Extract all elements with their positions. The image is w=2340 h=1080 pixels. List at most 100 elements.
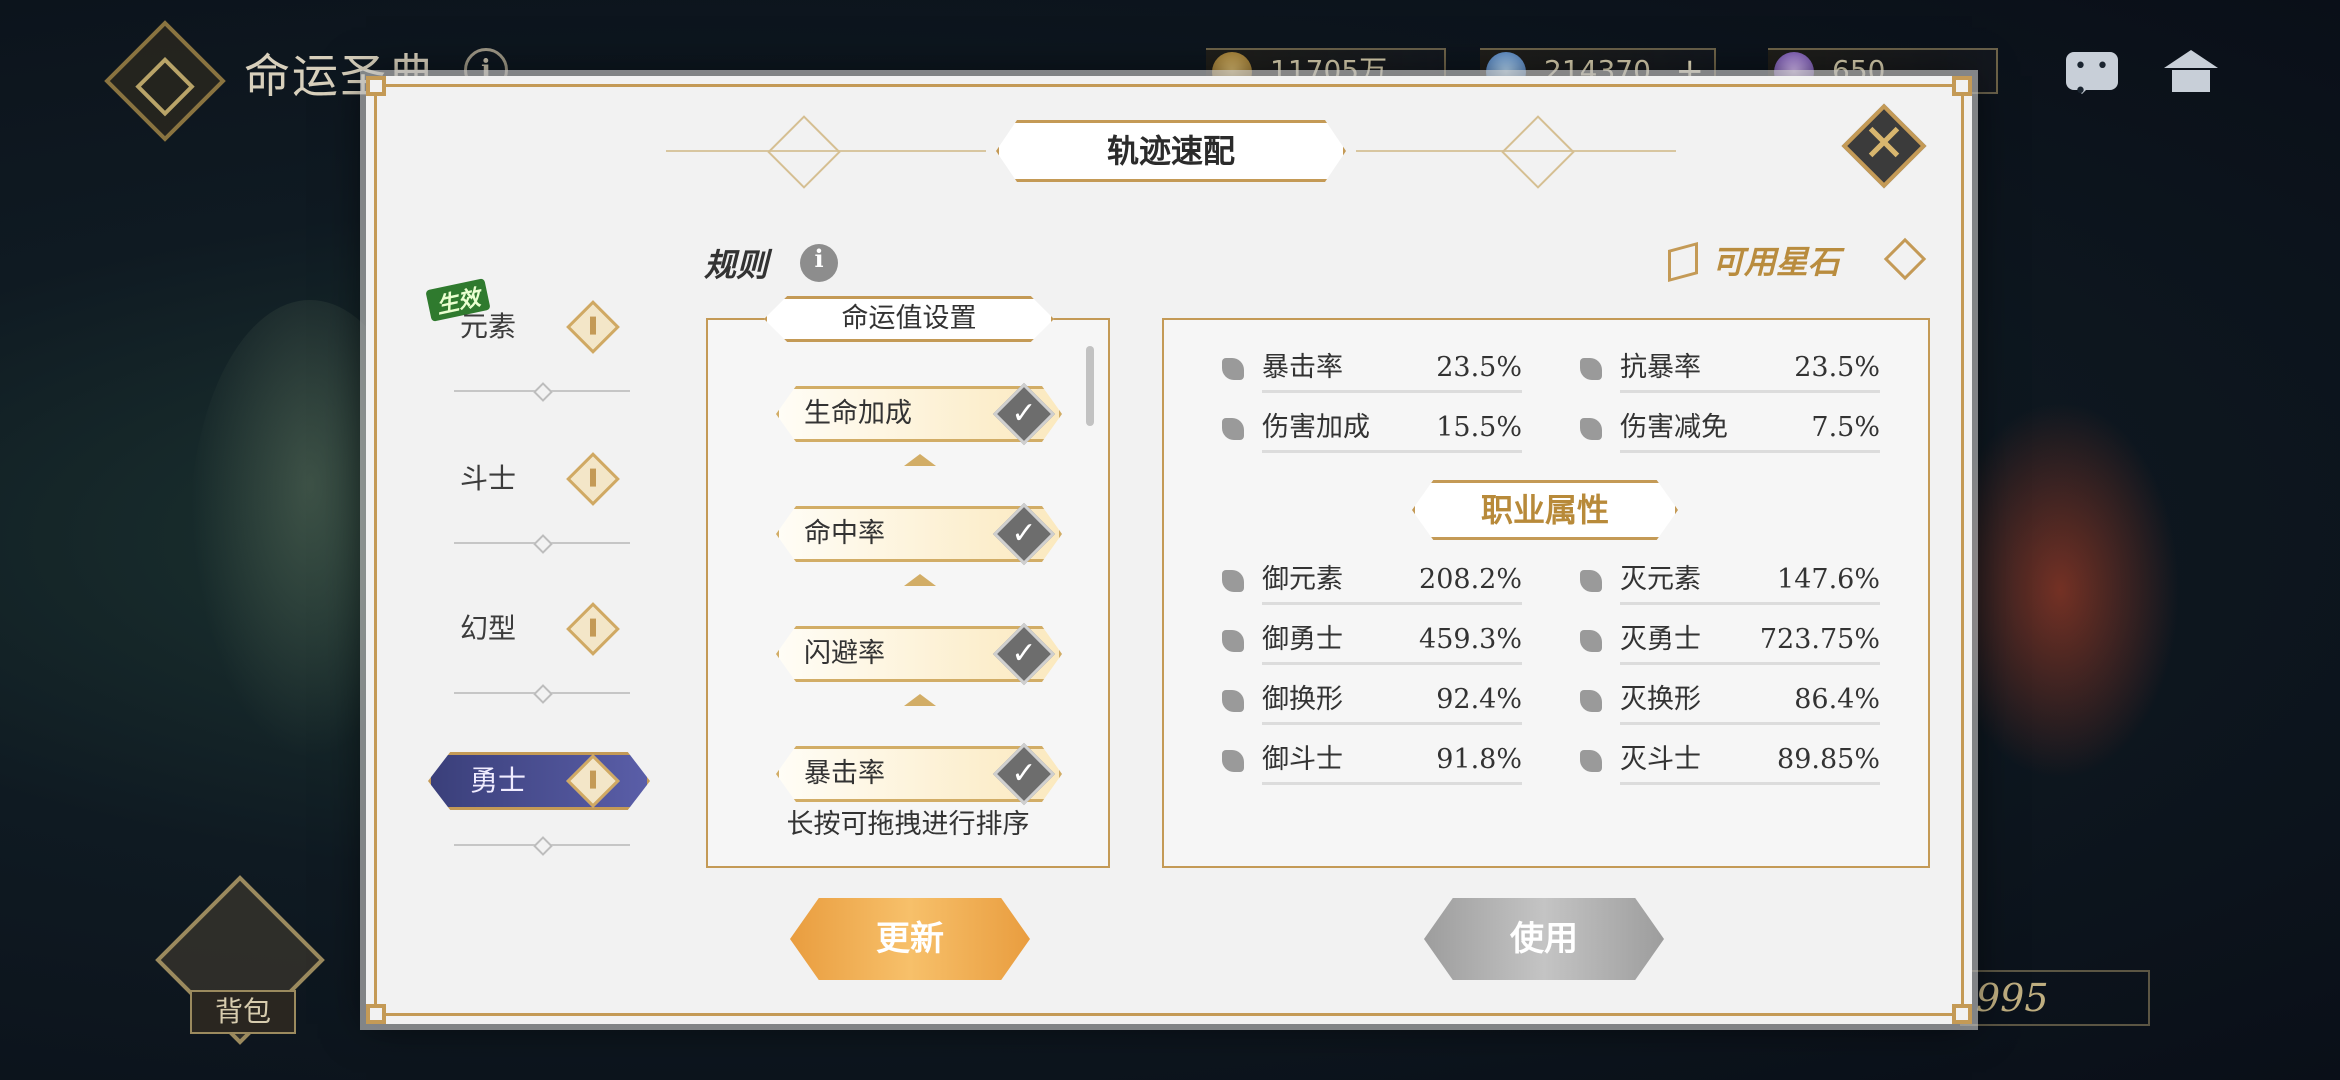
rule-info-icon[interactable]: i (800, 244, 838, 282)
stat-underline (1262, 602, 1522, 605)
diamond-ornament (1501, 115, 1575, 189)
stat-underline (1620, 602, 1880, 605)
tab-divider (454, 542, 630, 544)
moon-icon (1580, 690, 1602, 712)
fate-drag-hint: 长按可拖拽进行排序 (786, 809, 1030, 840)
feather-icon (566, 452, 620, 506)
tab-divider (454, 390, 630, 392)
stat-value: 23.5% (1794, 352, 1880, 383)
fate-scrollbar[interactable] (1086, 346, 1094, 426)
tab-label: 斗士 (459, 462, 516, 495)
stat-name: 御斗士 (1262, 744, 1343, 775)
stat-name: 灭元素 (1620, 564, 1701, 595)
rule-label: 规则 (704, 246, 769, 284)
stat-underline (1620, 782, 1880, 785)
warrior-icon (1580, 630, 1602, 652)
chat-icon[interactable] (2066, 52, 2118, 104)
stat-row: 灭换形 86.4% (1580, 678, 1880, 726)
stat-underline (1262, 782, 1522, 785)
tab-element[interactable]: 元素 (418, 298, 646, 356)
tab-divider (454, 844, 630, 846)
stat-row: 抗暴率 23.5% (1580, 346, 1880, 394)
shield-icon (1580, 358, 1602, 380)
arrow-up-icon (904, 574, 936, 586)
star-stone-label: 可用星石 (1712, 243, 1841, 281)
close-icon[interactable]: ✕ (1856, 114, 1912, 174)
stat-row: 御勇士 459.3% (1222, 618, 1522, 666)
stat-name: 伤害加成 (1262, 412, 1370, 443)
trajectory-modal: 轨迹速配 ✕ 生效 元素 斗士 幻型 勇士 规则 i 命运值设置 生命加成 ✓ (366, 76, 1972, 1024)
stat-row: 灭元素 147.6% (1580, 558, 1880, 606)
damage-icon (1222, 418, 1244, 440)
stat-underline (1620, 662, 1880, 665)
usable-star-stone-link[interactable]: 可用星石 (1668, 237, 1928, 284)
stat-value: 147.6% (1777, 564, 1880, 595)
modal-title-plate: 轨迹速配 (996, 120, 1346, 182)
tab-divider (454, 692, 630, 694)
stat-value: 23.5% (1436, 352, 1522, 383)
corner-ornament (366, 76, 386, 96)
crit-icon (1222, 358, 1244, 380)
stat-name: 灭勇士 (1620, 624, 1701, 655)
stat-value: 86.4% (1794, 684, 1880, 715)
stat-row: 伤害减免 7.5% (1580, 406, 1880, 454)
stat-value: 7.5% (1811, 412, 1880, 443)
stat-name: 御勇士 (1262, 624, 1343, 655)
stat-name: 抗暴率 (1620, 352, 1701, 383)
stat-value: 89.85% (1777, 744, 1880, 775)
stat-name: 暴击率 (1262, 352, 1343, 383)
modal-title: 轨迹速配 (1106, 132, 1235, 170)
check-icon: ✓ (1011, 516, 1037, 551)
element-icon (1222, 570, 1244, 592)
stat-row: 灭勇士 723.75% (1580, 618, 1880, 666)
corner-ornament (1952, 76, 1972, 96)
tab-phantom[interactable]: 幻型 (418, 600, 646, 658)
fate-item[interactable]: 闪避率 ✓ (776, 622, 1062, 686)
fate-item-label: 生命加成 (804, 398, 912, 429)
tab-fighter[interactable]: 斗士 (418, 450, 646, 508)
stat-value: 208.2% (1419, 564, 1522, 595)
fighter-icon (1580, 750, 1602, 772)
check-icon: ✓ (1011, 396, 1037, 431)
stat-underline (1262, 722, 1522, 725)
fighter-icon (1222, 750, 1244, 772)
fate-item[interactable]: 命中率 ✓ (776, 502, 1062, 566)
fate-item[interactable]: 暴击率 ✓ (776, 742, 1062, 806)
tab-label: 元素 (459, 310, 516, 343)
class-attributes-header: 职业属性 (1412, 480, 1678, 540)
home-icon[interactable] (2164, 50, 2218, 92)
fate-setting-header: 命运值设置 (764, 296, 1054, 342)
stat-value: 459.3% (1419, 624, 1522, 655)
book-icon (1668, 241, 1698, 283)
update-button-label: 更新 (876, 919, 944, 959)
stat-row: 御斗士 91.8% (1222, 738, 1522, 786)
stat-underline (1620, 722, 1880, 725)
stat-value: 723.75% (1759, 624, 1880, 655)
fate-item-label: 暴击率 (804, 758, 885, 789)
tab-label: 幻型 (459, 612, 516, 645)
class-attributes-title: 职业属性 (1480, 491, 1609, 529)
stat-underline (1262, 450, 1522, 453)
warrior-icon (1222, 630, 1244, 652)
update-button[interactable]: 更新 (790, 898, 1030, 980)
chevron-right-icon (1883, 237, 1927, 281)
use-button[interactable]: 使用 (1424, 898, 1664, 980)
stat-name: 灭斗士 (1620, 744, 1701, 775)
fate-item[interactable]: 生命加成 ✓ (776, 382, 1062, 446)
stat-value: 91.8% (1436, 744, 1522, 775)
stat-value: 15.5% (1436, 412, 1522, 443)
fate-item-label: 命中率 (804, 518, 885, 549)
corner-ornament (366, 1004, 386, 1024)
moon-icon (1222, 690, 1244, 712)
bag-label[interactable]: 背包 (190, 990, 296, 1034)
background-number: 995 (1960, 970, 2150, 1026)
stat-underline (1620, 390, 1880, 393)
stat-value: 92.4% (1436, 684, 1522, 715)
stat-row: 伤害加成 15.5% (1222, 406, 1522, 454)
feather-icon (566, 300, 620, 354)
check-icon: ✓ (1011, 636, 1037, 671)
stat-name: 伤害减免 (1620, 412, 1728, 443)
tab-warrior[interactable]: 勇士 (418, 752, 650, 810)
check-icon: ✓ (1011, 756, 1037, 791)
stat-underline (1620, 450, 1880, 453)
